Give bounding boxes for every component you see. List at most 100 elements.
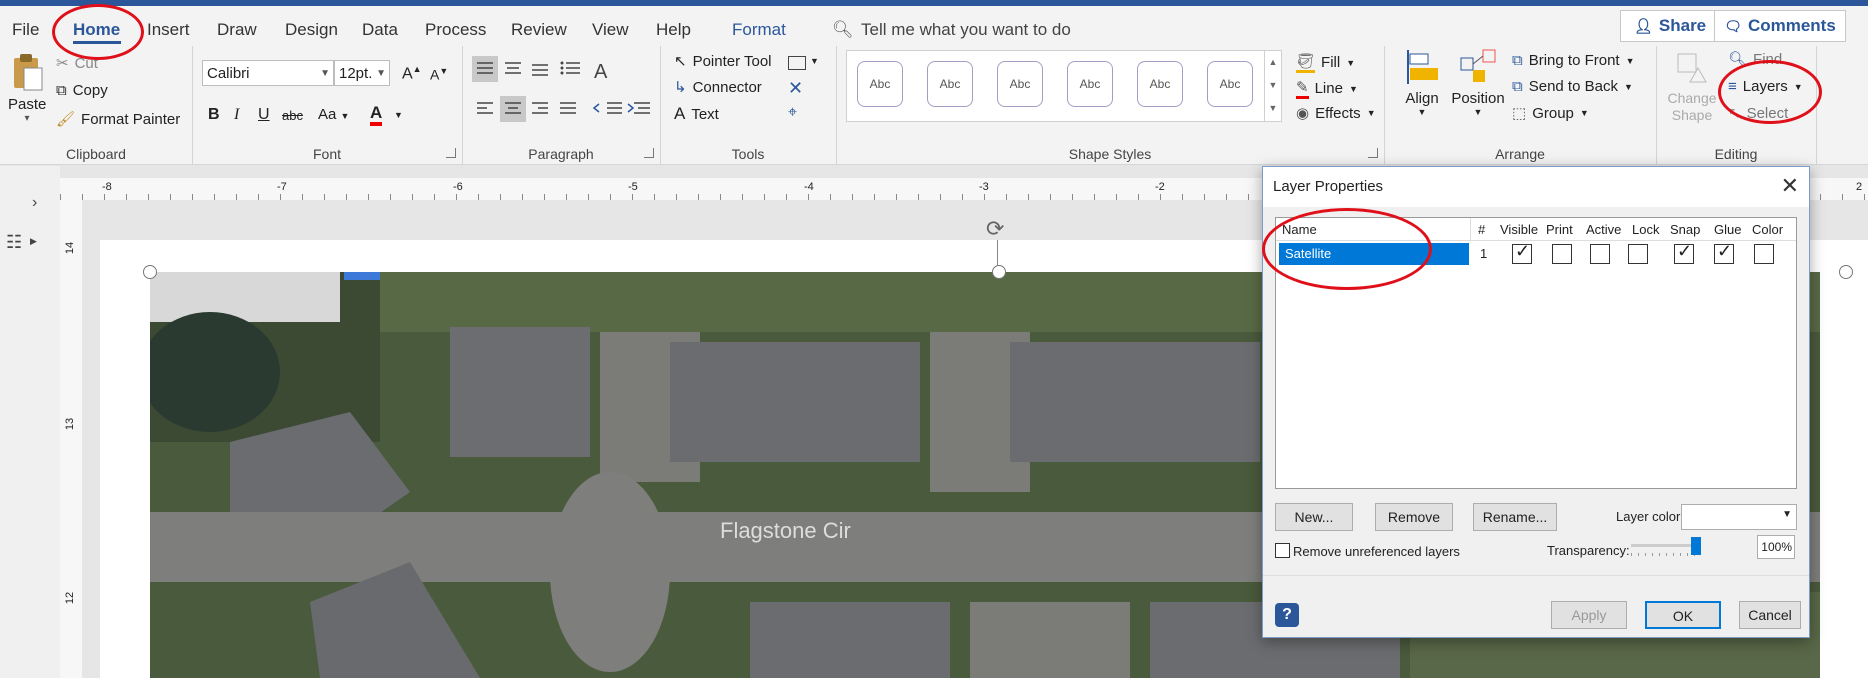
tab-draw[interactable]: Draw — [217, 20, 257, 40]
table-row[interactable]: Satellite 1 ✓ ✓ ✓ — [1276, 241, 1796, 268]
check-icon: ✓ — [1677, 241, 1693, 261]
transparency-input[interactable]: 100% — [1757, 535, 1795, 559]
chevron-right-icon[interactable]: › — [32, 194, 37, 212]
paste-button[interactable]: Paste ▾ — [8, 52, 46, 124]
style-swatch[interactable]: Abc — [997, 61, 1043, 107]
tab-process[interactable]: Process — [425, 20, 486, 40]
column-header[interactable]: Visible — [1500, 222, 1538, 237]
select-button[interactable]: ↖︎ Select — [1728, 104, 1788, 123]
change-case-button[interactable]: Aa ▼ — [318, 106, 349, 123]
column-header[interactable]: Color — [1752, 222, 1783, 237]
cut-button[interactable]: ✂ Cut — [56, 54, 98, 73]
column-header[interactable]: Glue — [1714, 222, 1741, 237]
bold-button[interactable]: B — [208, 106, 220, 124]
group-button[interactable]: ⬚ Group ▼ — [1512, 104, 1589, 123]
align-button[interactable]: Align ▼ — [1402, 48, 1442, 117]
tab-file[interactable]: File — [12, 20, 39, 40]
share-button[interactable]: 👤︎ Share — [1620, 10, 1720, 42]
fill-button[interactable]: 🪣︎ Fill ▼ — [1296, 52, 1355, 73]
change-shape-button[interactable]: Change Shape — [1664, 50, 1720, 124]
tab-view[interactable]: View — [592, 20, 629, 40]
style-swatch[interactable]: Abc — [1137, 61, 1183, 107]
gallery-scroll[interactable]: ▲ ▼ ▼ — [1264, 51, 1281, 121]
rotate-icon[interactable]: ⟳ — [986, 216, 1004, 242]
position-button[interactable]: Position ▼ — [1450, 48, 1506, 117]
remove-unreferenced-checkbox[interactable] — [1275, 543, 1290, 558]
close-icon[interactable]: ✕ — [788, 78, 803, 99]
shrink-font-icon[interactable]: A▼ — [430, 66, 448, 83]
column-header[interactable]: Lock — [1632, 222, 1659, 237]
shape-styles-dialog-launcher[interactable] — [1368, 148, 1378, 158]
line-button[interactable]: ✎ Line ▼ — [1296, 78, 1358, 99]
rename-layer-button[interactable]: Rename... — [1473, 503, 1557, 531]
layers-button[interactable]: ≡ Layers ▼ — [1728, 78, 1803, 95]
style-swatch[interactable]: Abc — [1207, 61, 1253, 107]
help-icon[interactable]: ? — [1275, 603, 1299, 627]
quick-styles-gallery[interactable]: Abc Abc Abc Abc Abc Abc ▲ ▼ ▼ — [846, 50, 1282, 122]
copy-button[interactable]: ⧉ Copy — [56, 82, 108, 99]
align-icon — [1407, 50, 1438, 84]
column-header[interactable]: # — [1478, 222, 1485, 237]
send-to-back-button[interactable]: ⧉ Send to Back ▼ — [1512, 78, 1633, 95]
style-swatch[interactable]: Abc — [857, 61, 903, 107]
lock-checkbox[interactable] — [1628, 244, 1648, 264]
style-swatch[interactable]: Abc — [1067, 61, 1113, 107]
text-tool-button[interactable]: A Text — [674, 104, 719, 124]
new-layer-button[interactable]: New... — [1275, 503, 1353, 531]
color-checkbox[interactable] — [1754, 244, 1774, 264]
underline-button[interactable]: U — [258, 106, 270, 124]
print-checkbox[interactable] — [1552, 244, 1572, 264]
tab-design[interactable]: Design — [285, 20, 338, 40]
layer-name-cell[interactable]: Satellite — [1279, 243, 1469, 265]
slider-thumb[interactable] — [1691, 537, 1701, 555]
column-header[interactable]: Active — [1586, 222, 1621, 237]
connector-button[interactable]: ↳ Connector — [674, 78, 762, 97]
column-header[interactable]: Print — [1546, 222, 1573, 237]
apply-button[interactable]: Apply — [1551, 601, 1627, 629]
comments-button[interactable]: 🗨︎ Comments — [1714, 10, 1846, 42]
tab-insert[interactable]: Insert — [147, 20, 190, 40]
font-dialog-launcher[interactable] — [446, 148, 456, 158]
tell-me-box[interactable]: Tell me what you want to do — [861, 20, 1071, 40]
paragraph-dialog-launcher[interactable] — [644, 148, 654, 158]
cancel-button[interactable]: Cancel — [1739, 601, 1801, 629]
chevron-right-icon[interactable]: ▶ — [30, 236, 37, 247]
selection-handle[interactable] — [143, 265, 157, 279]
find-button[interactable]: 🔍︎ Find — [1728, 50, 1782, 69]
pointer-tool-button[interactable]: ↖︎ Pointer Tool — [674, 52, 772, 71]
font-color-button[interactable]: A — [370, 104, 383, 126]
tab-review[interactable]: Review — [511, 20, 567, 40]
effects-button[interactable]: ◉ Effects ▼ — [1296, 104, 1376, 123]
snap-checkbox[interactable]: ✓ — [1674, 241, 1694, 264]
strikethrough-button[interactable]: abc — [282, 108, 303, 123]
active-checkbox[interactable] — [1590, 244, 1610, 264]
column-header[interactable]: Name — [1282, 222, 1317, 237]
transparency-slider[interactable] — [1631, 537, 1703, 561]
bring-to-front-button[interactable]: ⧉ Bring to Front ▼ — [1512, 52, 1635, 69]
tab-home[interactable]: Home — [73, 20, 120, 40]
selection-handle[interactable] — [1839, 265, 1853, 279]
style-swatch[interactable]: Abc — [927, 61, 973, 107]
remove-layer-button[interactable]: Remove — [1375, 503, 1453, 531]
chevron-down-icon[interactable]: ▼ — [394, 110, 403, 120]
font-size-select[interactable]: 12pt. ▼ — [334, 60, 390, 86]
selection-handle[interactable] — [992, 265, 1006, 279]
visible-checkbox[interactable]: ✓ — [1512, 241, 1532, 264]
layer-properties-dialog: Layer Properties ✕ Name # Visible Print … — [1262, 166, 1810, 638]
tab-format[interactable]: Format — [732, 20, 786, 40]
layer-color-select[interactable]: ▼ — [1681, 504, 1797, 530]
close-icon[interactable]: ✕ — [1781, 173, 1799, 199]
ok-button[interactable]: OK — [1645, 601, 1721, 629]
font-name-select[interactable]: Calibri ▼ — [202, 60, 334, 86]
connection-point-icon[interactable]: ⌖ — [788, 104, 797, 122]
chevron-down-icon[interactable]: ▼ — [810, 56, 819, 66]
column-header[interactable]: Snap — [1670, 222, 1700, 237]
grow-font-icon[interactable]: A▲ — [402, 64, 422, 83]
shapes-pane-icon[interactable]: ☷ — [6, 232, 22, 253]
tab-help[interactable]: Help — [656, 20, 691, 40]
rectangle-tool-icon[interactable] — [788, 56, 806, 70]
tab-data[interactable]: Data — [362, 20, 398, 40]
italic-button[interactable]: I — [234, 106, 239, 124]
format-painter-button[interactable]: 🖌︎ Format Painter — [56, 110, 180, 129]
glue-checkbox[interactable]: ✓ — [1714, 241, 1734, 264]
